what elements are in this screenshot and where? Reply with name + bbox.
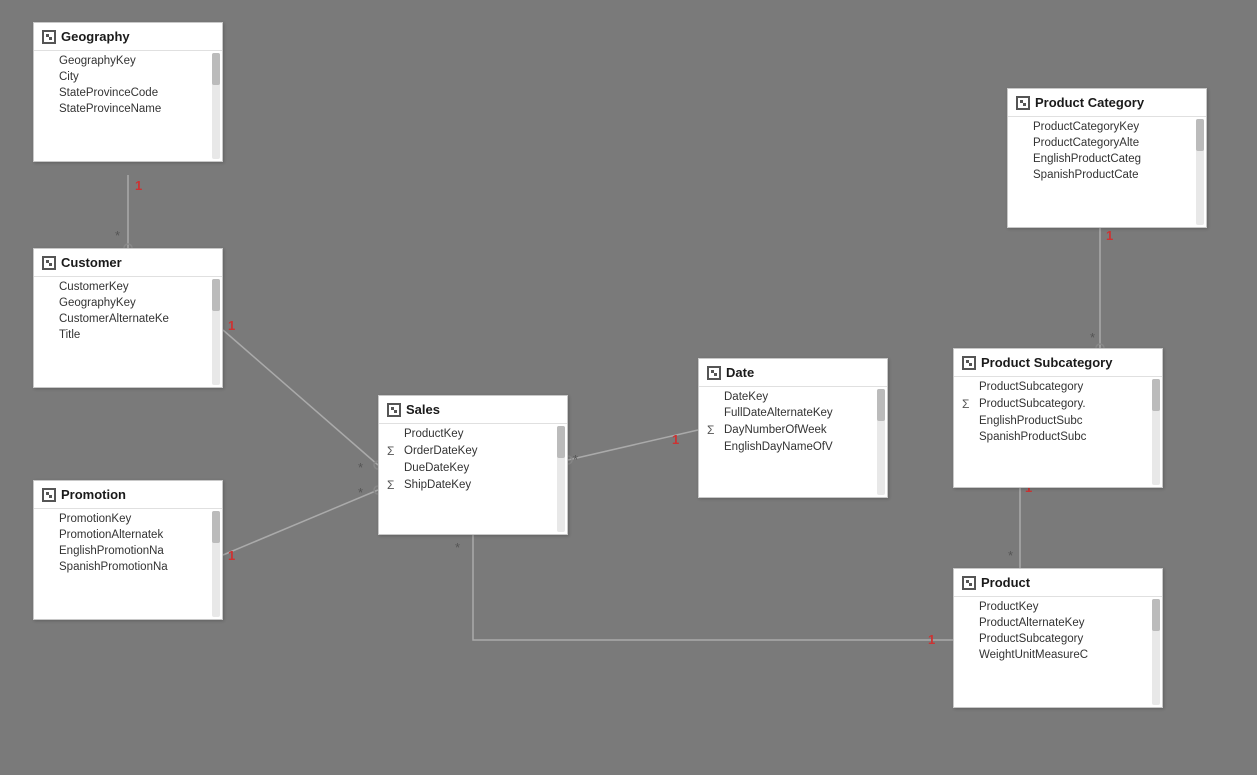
- table-row: ProductKey: [954, 599, 1162, 615]
- table-row: ProductCategoryKey: [1008, 119, 1206, 135]
- table-sales[interactable]: Sales ProductKey ΣOrderDateKey DueDateKe…: [378, 395, 568, 535]
- table-row: ΣShipDateKey: [379, 476, 567, 494]
- rel-label-cat-subcat-one: 1: [1106, 228, 1113, 243]
- sigma-icon: Σ: [387, 478, 401, 492]
- table-row: ProductKey: [379, 426, 567, 442]
- table-customer-header: Customer: [34, 249, 222, 277]
- table-row: ProductCategoryAlte: [1008, 135, 1206, 151]
- table-row: PromotionAlternatek: [34, 527, 222, 543]
- table-customer-body: CustomerKey GeographyKey CustomerAlterna…: [34, 277, 222, 387]
- table-customer-title: Customer: [61, 255, 122, 270]
- table-sales-header: Sales: [379, 396, 567, 424]
- table-promotion-header: Promotion: [34, 481, 222, 509]
- table-row: ProductSubcategory: [954, 379, 1162, 395]
- table-geography-body: GeographyKey City StateProvinceCode Stat…: [34, 51, 222, 161]
- table-row: StateProvinceCode: [34, 85, 222, 101]
- table-date[interactable]: Date DateKey FullDateAlternateKey ΣDayNu…: [698, 358, 888, 498]
- table-product-subcategory-title: Product Subcategory: [981, 355, 1112, 370]
- rel-label-cust-sales-one: 1: [228, 318, 235, 333]
- sigma-icon: Σ: [707, 423, 721, 437]
- table-product-header: Product: [954, 569, 1162, 597]
- table-row: EnglishProductSubc: [954, 413, 1162, 429]
- table-row: StateProvinceName: [34, 101, 222, 117]
- table-row: PromotionKey: [34, 511, 222, 527]
- table-product-body: ProductKey ProductAlternateKey ProductSu…: [954, 597, 1162, 707]
- table-date-body: DateKey FullDateAlternateKey ΣDayNumberO…: [699, 387, 887, 497]
- table-row: ProductSubcategory: [954, 631, 1162, 647]
- table-row: EnglishDayNameOfV: [699, 439, 887, 455]
- table-row: ProductAlternateKey: [954, 615, 1162, 631]
- table-product-subcategory-header: Product Subcategory: [954, 349, 1162, 377]
- table-promotion[interactable]: Promotion PromotionKey PromotionAlternat…: [33, 480, 223, 620]
- table-row: CustomerKey: [34, 279, 222, 295]
- table-icon-geography: [42, 30, 56, 44]
- table-geography-header: Geography: [34, 23, 222, 51]
- table-product-subcategory[interactable]: Product Subcategory ProductSubcategory Σ…: [953, 348, 1163, 488]
- table-row: SpanishPromotionNa: [34, 559, 222, 575]
- table-product-category-header: Product Category: [1008, 89, 1206, 117]
- table-icon-sales: [387, 403, 401, 417]
- rel-label-cust-sales-many: *: [358, 460, 363, 475]
- table-sales-title: Sales: [406, 402, 440, 417]
- rel-label-sales-product-many: *: [455, 540, 460, 555]
- table-row: FullDateAlternateKey: [699, 405, 887, 421]
- table-icon-customer: [42, 256, 56, 270]
- table-row: DateKey: [699, 389, 887, 405]
- rel-label-subcat-product-many: *: [1008, 548, 1013, 563]
- rel-label-cat-subcat-many: *: [1090, 330, 1095, 345]
- table-row: ΣDayNumberOfWeek: [699, 421, 887, 439]
- rel-label-prom-sales-many: *: [358, 485, 363, 500]
- table-row: DueDateKey: [379, 460, 567, 476]
- rel-label-sales-date-many: *: [573, 452, 578, 467]
- table-row: GeographyKey: [34, 295, 222, 311]
- table-product[interactable]: Product ProductKey ProductAlternateKey P…: [953, 568, 1163, 708]
- table-product-category-title: Product Category: [1035, 95, 1144, 110]
- table-row: EnglishProductCateg: [1008, 151, 1206, 167]
- table-customer[interactable]: Customer CustomerKey GeographyKey Custom…: [33, 248, 223, 388]
- table-product-subcategory-body: ProductSubcategory ΣProductSubcategory. …: [954, 377, 1162, 487]
- table-sales-body: ProductKey ΣOrderDateKey DueDateKey ΣShi…: [379, 424, 567, 534]
- table-date-title: Date: [726, 365, 754, 380]
- table-row: SpanishProductCate: [1008, 167, 1206, 183]
- table-date-header: Date: [699, 359, 887, 387]
- table-row: SpanishProductSubc: [954, 429, 1162, 445]
- table-promotion-title: Promotion: [61, 487, 126, 502]
- table-row: City: [34, 69, 222, 85]
- table-row: GeographyKey: [34, 53, 222, 69]
- diagram-canvas: 1 * 1 * 1 * * 1 * 1 1 * 1 * Geography Ge…: [0, 0, 1257, 775]
- table-row: Title: [34, 327, 222, 343]
- rel-label-sales-date-one: 1: [672, 432, 679, 447]
- rel-label-sales-product-one: 1: [928, 632, 935, 647]
- table-row: ΣOrderDateKey: [379, 442, 567, 460]
- table-icon-promotion: [42, 488, 56, 502]
- rel-label-geo-cust-one: 1: [135, 178, 142, 193]
- sigma-icon: Σ: [962, 397, 976, 411]
- sigma-icon: Σ: [387, 444, 401, 458]
- table-row: EnglishPromotionNa: [34, 543, 222, 559]
- table-icon-product-category: [1016, 96, 1030, 110]
- table-row: ΣProductSubcategory.: [954, 395, 1162, 413]
- table-promotion-body: PromotionKey PromotionAlternatek English…: [34, 509, 222, 619]
- table-product-category-body: ProductCategoryKey ProductCategoryAlte E…: [1008, 117, 1206, 227]
- table-row: CustomerAlternateKe: [34, 311, 222, 327]
- table-row: WeightUnitMeasureC: [954, 647, 1162, 663]
- table-product-category[interactable]: Product Category ProductCategoryKey Prod…: [1007, 88, 1207, 228]
- table-product-title: Product: [981, 575, 1030, 590]
- rel-label-geo-cust-many: *: [115, 228, 120, 243]
- table-icon-product: [962, 576, 976, 590]
- table-icon-product-subcategory: [962, 356, 976, 370]
- table-geography-title: Geography: [61, 29, 130, 44]
- rel-label-prom-sales-one: 1: [228, 548, 235, 563]
- table-geography[interactable]: Geography GeographyKey City StateProvinc…: [33, 22, 223, 162]
- table-icon-date: [707, 366, 721, 380]
